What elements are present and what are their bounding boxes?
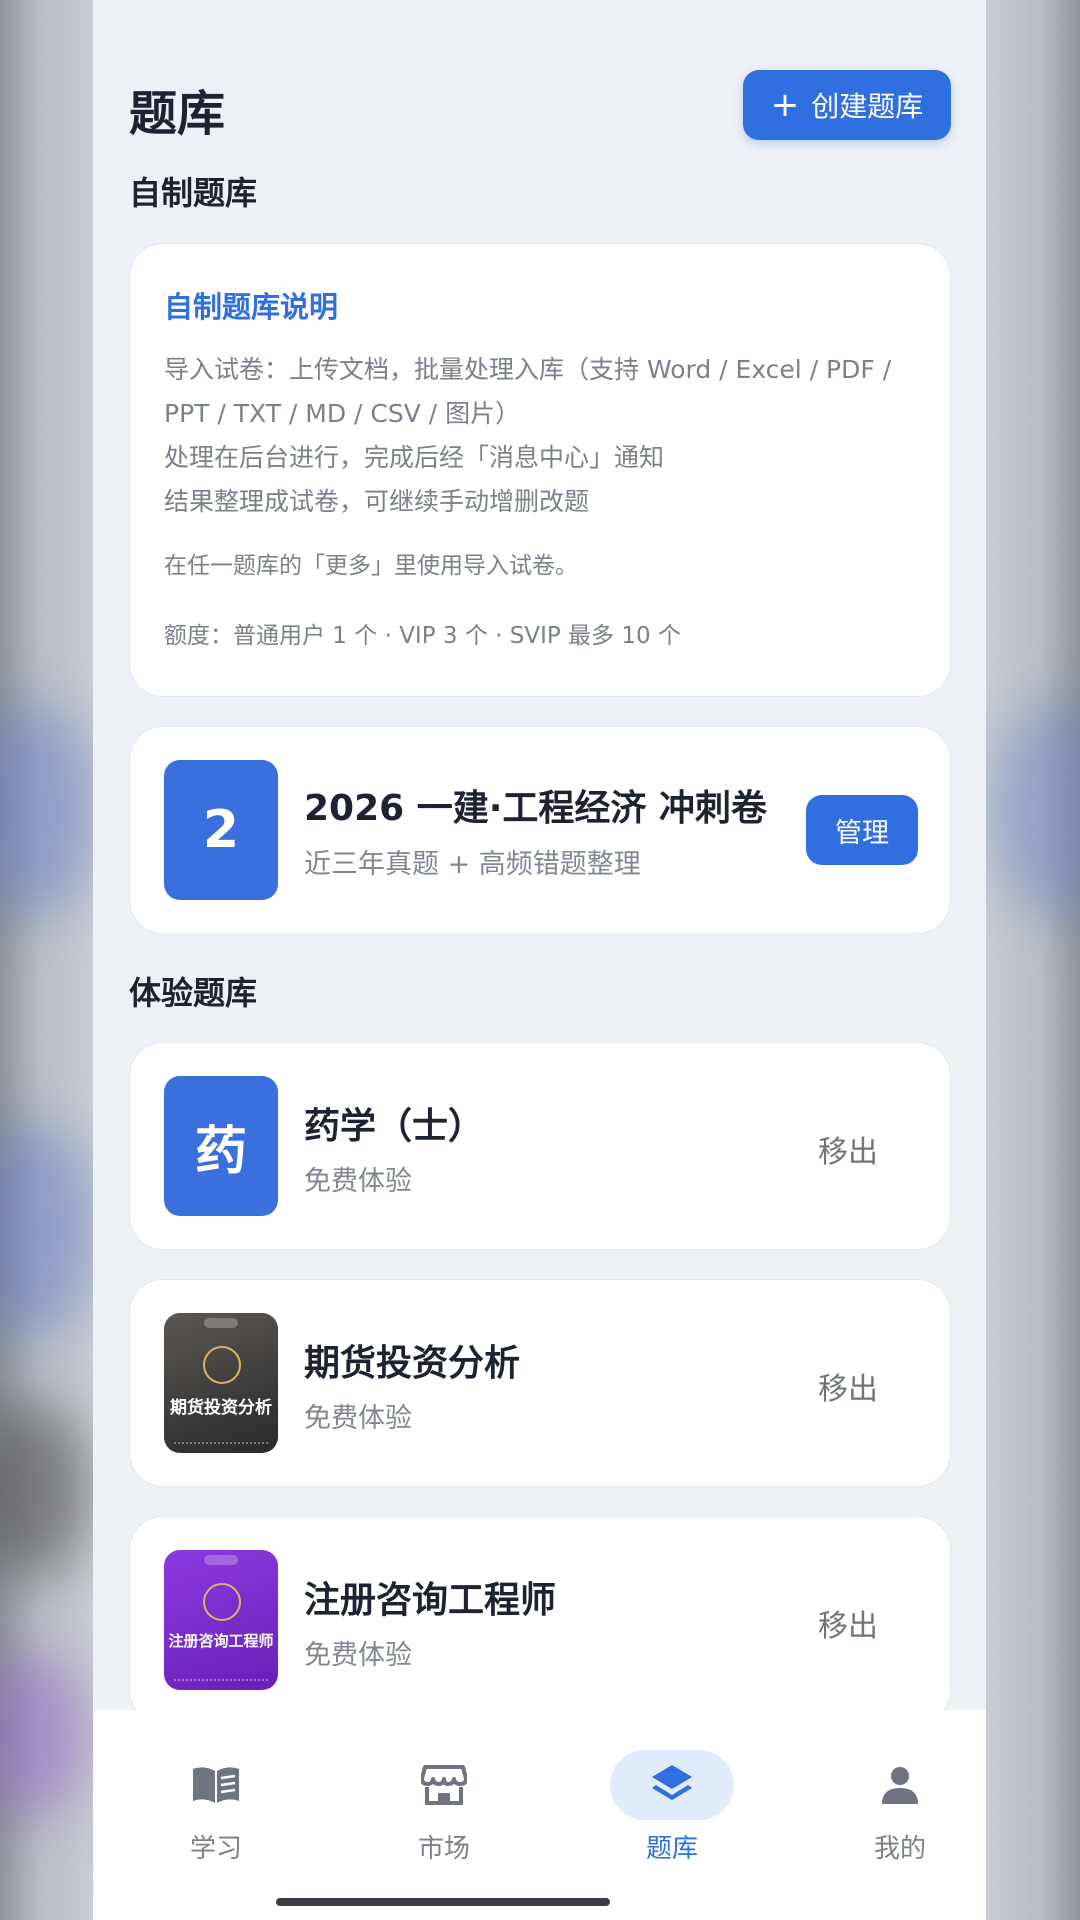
bank-title: 期货投资分析 — [304, 1343, 521, 1384]
bank-thumbnail: 2 — [164, 760, 278, 900]
plus-icon: + — [770, 85, 800, 125]
custom-bank-info-card: 自制题库说明 导入试卷：上传文档，批量处理入库（支持 Word / Excel … — [129, 243, 951, 697]
create-bank-button[interactable]: + 创建题库 — [743, 70, 951, 140]
background-blur — [0, 700, 100, 920]
info-line: 处理在后台进行，完成后经「消息中心」通知 — [164, 443, 665, 472]
nav-item-question-bank[interactable]: 题库 — [597, 1750, 747, 1865]
nav-label: 题库 — [645, 1834, 698, 1864]
bank-subtitle: 免费体验 — [304, 1166, 412, 1197]
book-icon — [154, 1750, 278, 1820]
info-card-title: 自制题库说明 — [164, 290, 339, 324]
nav-label: 市场 — [417, 1834, 470, 1864]
bank-title: 注册咨询工程师 — [304, 1580, 557, 1621]
bank-thumbnail: 药 — [164, 1076, 278, 1216]
info-line: 导入试卷：上传文档，批量处理入库（支持 Word / Excel / PDF /… — [164, 355, 892, 428]
page-title: 题库 — [129, 86, 226, 142]
bank-cover-image: 期货投资分析 — [164, 1313, 278, 1453]
remove-button[interactable]: 移出 — [818, 1601, 878, 1645]
home-indicator[interactable] — [276, 1898, 610, 1906]
cover-decoration — [174, 1679, 268, 1684]
bank-subtitle: 免费体验 — [304, 1640, 412, 1671]
nav-item-profile[interactable]: 我的 — [825, 1750, 975, 1865]
nav-item-study[interactable]: 学习 — [141, 1750, 291, 1865]
info-card-note: 在任一题库的「更多」里使用导入试卷。 — [164, 553, 578, 579]
remove-button[interactable]: 移出 — [818, 1127, 878, 1171]
custom-bank-card[interactable]: 2 2026 一建·工程经济 冲刺卷 近三年真题 + 高频错题整理 管理 — [129, 726, 951, 934]
bank-title: 2026 一建·工程经济 冲刺卷 — [304, 788, 767, 829]
bottom-navigation: 学习 市场 题库 我的 — [93, 1710, 986, 1920]
info-card-body: 导入试卷：上传文档，批量处理入库（支持 Word / Excel / PDF /… — [164, 348, 924, 524]
layers-icon — [610, 1750, 734, 1820]
trial-bank-card[interactable]: 期货投资分析 期货投资分析 免费体验 移出 — [129, 1279, 951, 1487]
trial-bank-card[interactable]: 注册咨询工程师 注册咨询工程师 免费体验 移出 — [129, 1516, 951, 1724]
store-icon — [382, 1750, 506, 1820]
create-bank-label: 创建题库 — [811, 90, 924, 123]
section-custom-title: 自制题库 — [129, 174, 258, 212]
info-card-quota: 额度：普通用户 1 个 · VIP 3 个 · SVIP 最多 10 个 — [164, 623, 681, 649]
section-trial-title: 体验题库 — [129, 974, 258, 1012]
person-icon — [838, 1750, 962, 1820]
cover-tag — [204, 1318, 238, 1328]
cover-tag — [204, 1555, 238, 1565]
background-blur — [0, 1120, 100, 1340]
bank-cover-image: 注册咨询工程师 — [164, 1550, 278, 1690]
trial-bank-card[interactable]: 药 药学（士） 免费体验 移出 — [129, 1042, 951, 1250]
nav-item-market[interactable]: 市场 — [369, 1750, 519, 1865]
cover-decoration — [174, 1442, 268, 1447]
manage-button[interactable]: 管理 — [806, 795, 918, 865]
cover-title: 期货投资分析 — [170, 1398, 272, 1418]
info-line: 结果整理成试卷，可继续手动增删改题 — [164, 487, 590, 516]
nav-label: 学习 — [189, 1834, 242, 1864]
background-blur — [0, 1650, 90, 1820]
cover-emblem-icon — [203, 1583, 241, 1621]
background-blur — [990, 700, 1080, 920]
nav-label: 我的 — [873, 1834, 926, 1864]
background-blur — [0, 1400, 90, 1580]
cover-emblem-icon — [203, 1346, 241, 1384]
remove-button[interactable]: 移出 — [818, 1364, 878, 1408]
bank-subtitle: 免费体验 — [304, 1403, 412, 1434]
bank-subtitle: 近三年真题 + 高频错题整理 — [304, 849, 641, 880]
bank-title: 药学（士） — [304, 1106, 485, 1147]
cover-title: 注册咨询工程师 — [168, 1632, 274, 1650]
question-bank-screen: 题库 + 创建题库 自制题库 自制题库说明 导入试卷：上传文档，批量处理入库（支… — [93, 0, 986, 1920]
